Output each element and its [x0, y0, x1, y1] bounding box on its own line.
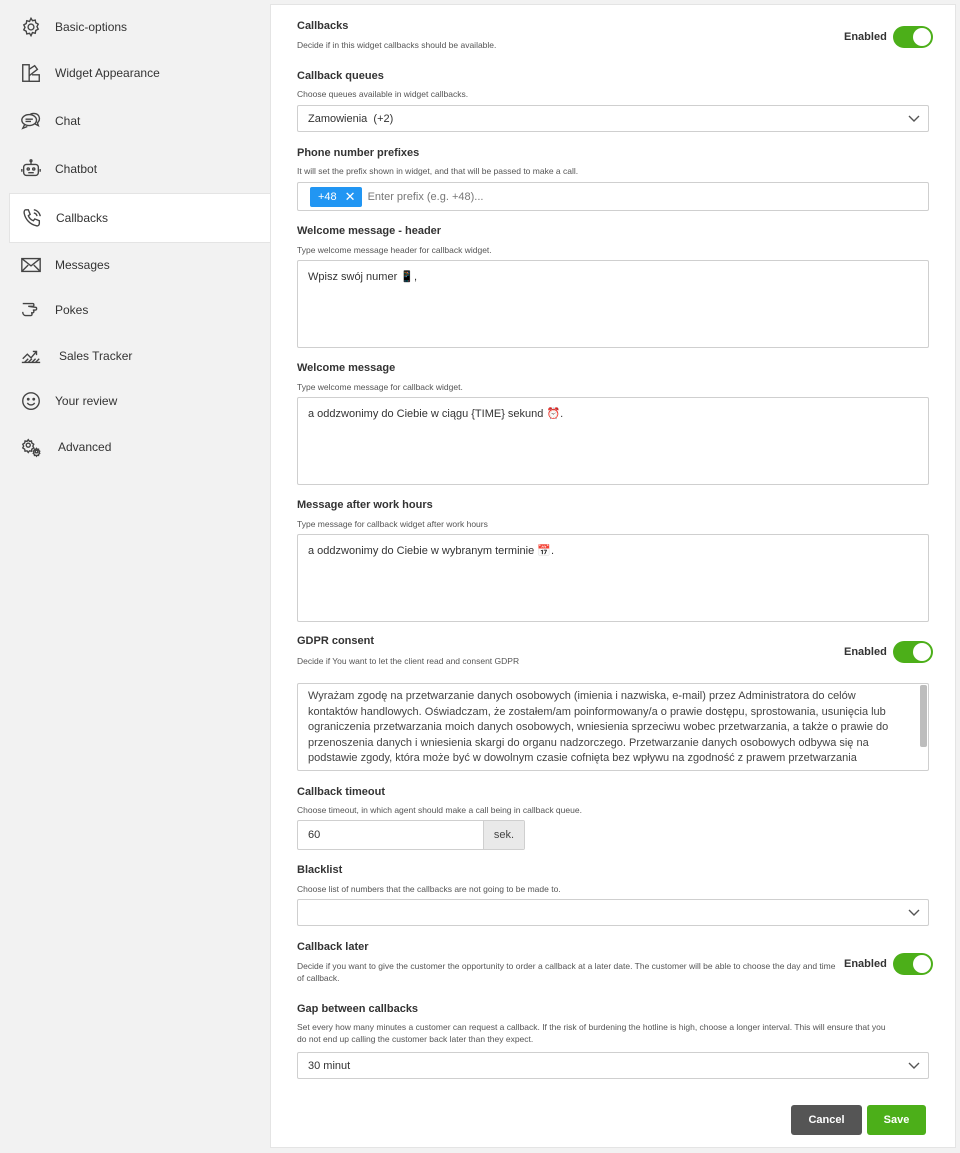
timeout-input[interactable]: 60	[298, 821, 483, 849]
sidebar-item-label: Your review	[55, 394, 118, 408]
prefix-chip-label: +48	[318, 190, 337, 203]
sidebar: Basic-options Widget Appearance Chat Cha…	[0, 0, 271, 1153]
sidebar-item-label: Messages	[55, 258, 110, 272]
sidebar-item-callbacks[interactable]: Callbacks	[9, 193, 271, 243]
sidebar-item-pokes[interactable]: Pokes	[9, 287, 270, 333]
queues-desc: Choose queues available in widget callba…	[297, 89, 469, 99]
phone-ring-icon	[20, 206, 44, 230]
prefix-tag-input[interactable]: +48 ✕	[297, 182, 929, 211]
after-hours-value: a oddzwonimy do Ciebie w wybranym termin…	[308, 545, 555, 557]
close-icon[interactable]: ✕	[345, 189, 356, 205]
callback-later-desc: Decide if you want to give the customer …	[297, 961, 836, 983]
pointing-hand-icon	[19, 298, 43, 322]
after-hours-textarea[interactable]: a oddzwonimy do Ciebie w wybranym termin…	[297, 534, 929, 622]
palette-icon	[19, 61, 43, 85]
queues-select[interactable]: Zamowienia (+2)	[297, 105, 929, 132]
welcome-message-desc: Type welcome message for callback widget…	[297, 382, 463, 392]
sidebar-item-chatbot[interactable]: Chatbot	[9, 146, 270, 192]
callback-later-title: Callback later	[297, 941, 369, 953]
prefixes-desc: It will set the prefix shown in widget, …	[297, 166, 579, 176]
gdpr-text: Wyrażam zgodę na przetwarzanie danych os…	[308, 690, 889, 764]
welcome-header-desc: Type welcome message header for callback…	[297, 245, 492, 255]
callbacks-toggle-label: Enabled	[844, 31, 887, 43]
queues-select-value: Zamowienia (+2)	[308, 112, 394, 125]
callback-later-toggle[interactable]	[892, 953, 933, 975]
sales-chart-icon	[19, 344, 43, 368]
envelope-icon	[19, 253, 43, 277]
sidebar-item-messages[interactable]: Messages	[9, 242, 270, 288]
smiley-icon	[19, 389, 43, 413]
sidebar-item-label: Pokes	[55, 303, 89, 317]
prefixes-title: Phone number prefixes	[297, 147, 420, 159]
sidebar-item-label: Advanced	[58, 440, 112, 454]
welcome-message-textarea[interactable]: a oddzwonimy do Ciebie w ciągu {TIME} se…	[297, 397, 929, 485]
chevron-down-icon	[908, 114, 920, 124]
gdpr-desc: Decide if You want to let the client rea…	[297, 656, 520, 666]
blacklist-desc: Choose list of numbers that the callback…	[297, 884, 561, 894]
sidebar-item-label: Chat	[55, 114, 81, 128]
callbacks-toggle[interactable]	[892, 26, 933, 48]
after-hours-title: Message after work hours	[297, 499, 433, 511]
sidebar-item-label: Widget Appearance	[55, 66, 160, 80]
sidebar-item-label: Callbacks	[56, 211, 109, 225]
robot-icon	[19, 157, 43, 181]
welcome-message-title: Welcome message	[297, 362, 396, 374]
timeout-desc: Choose timeout, in which agent should ma…	[297, 805, 582, 815]
callbacks-toggle-group: Enabled	[844, 26, 933, 48]
gdpr-title: GDPR consent	[297, 635, 375, 647]
gears-icon	[19, 435, 43, 459]
sidebar-item-label: Basic-options	[55, 20, 128, 34]
welcome-header-title: Welcome message - header	[297, 225, 442, 237]
sidebar-item-label: Chatbot	[55, 162, 98, 176]
gdpr-toggle-label: Enabled	[844, 646, 887, 658]
cancel-button[interactable]: Cancel	[791, 1105, 862, 1135]
timeout-unit: sek.	[483, 821, 524, 849]
blacklist-select[interactable]	[297, 899, 929, 926]
gap-title: Gap between callbacks	[297, 1003, 419, 1015]
prefix-input[interactable]	[365, 189, 670, 204]
after-hours-desc: Type message for callback widget after w…	[297, 519, 488, 529]
welcome-header-textarea[interactable]: Wpisz swój numer 📱,	[297, 260, 929, 348]
save-button[interactable]: Save	[867, 1105, 926, 1135]
gdpr-scrollbar[interactable]	[920, 685, 927, 747]
callbacks-title: Callbacks	[297, 20, 349, 32]
sidebar-item-advanced[interactable]: Advanced	[9, 424, 270, 470]
timeout-title: Callback timeout	[297, 786, 386, 798]
prefix-chip: +48 ✕	[310, 186, 362, 207]
gdpr-toggle-group: Enabled	[844, 641, 933, 663]
queues-title: Callback queues	[297, 70, 384, 82]
sidebar-item-chat[interactable]: Chat	[9, 98, 270, 144]
callbacks-desc: Decide if in this widget callbacks shoul…	[297, 40, 497, 50]
gap-desc: Set every how many minutes a customer ca…	[297, 1022, 886, 1044]
timeout-input-group: 60 sek.	[297, 820, 525, 850]
sidebar-item-basic-options[interactable]: Basic-options	[9, 4, 270, 50]
callback-later-toggle-group: Enabled	[844, 953, 933, 975]
gap-select-value: 30 minut	[308, 1059, 351, 1072]
chat-bubbles-icon	[19, 109, 43, 133]
welcome-message-value: a oddzwonimy do Ciebie w ciągu {TIME} se…	[308, 408, 564, 420]
welcome-header-value: Wpisz swój numer 📱,	[308, 271, 418, 283]
gdpr-toggle[interactable]	[892, 641, 933, 663]
callback-later-toggle-label: Enabled	[844, 958, 887, 970]
sidebar-item-sales-tracker[interactable]: Sales Tracker	[9, 333, 270, 379]
gdpr-textarea[interactable]: Wyrażam zgodę na przetwarzanie danych os…	[297, 683, 929, 771]
sidebar-item-label: Sales Tracker	[59, 349, 133, 363]
sidebar-item-widget-appearance[interactable]: Widget Appearance	[9, 50, 270, 96]
blacklist-title: Blacklist	[297, 864, 343, 876]
gear-icon	[19, 15, 43, 39]
sidebar-item-your-review[interactable]: Your review	[9, 378, 270, 424]
gap-select[interactable]: 30 minut	[297, 1052, 929, 1079]
chevron-down-icon	[908, 908, 920, 918]
chevron-down-icon	[908, 1061, 920, 1071]
